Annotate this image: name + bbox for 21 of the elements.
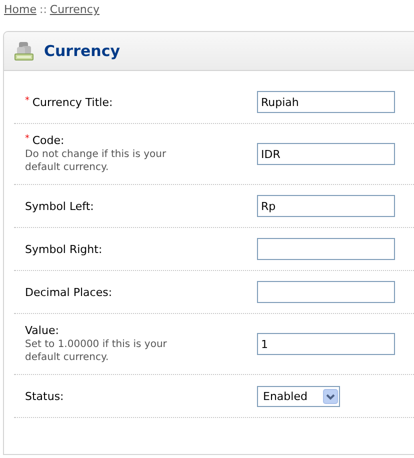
status-dropdown[interactable]: Enabled [257,386,340,406]
breadcrumb-link[interactable]: Home [4,3,36,16]
input-field[interactable] [257,238,395,260]
input-field[interactable] [257,281,395,303]
field-label: Status: [25,390,64,402]
field-label: Symbol Right: [25,242,102,256]
input-field[interactable]: IDR [257,143,395,165]
field-label: * Code: [25,134,64,147]
input-field[interactable]: 1 [257,333,395,355]
help-text: Set to 1.00000 if this is your default currency. [25,338,168,364]
field-label: Value: [25,324,59,337]
field-label: Decimal Places: [25,286,112,298]
help-text: Do not change if this is your default currency. [25,148,168,174]
breadcrumb-link[interactable]: Currency [50,3,100,16]
cash-register-icon [14,41,34,61]
field-label: * Currency Title: [25,96,113,108]
panel-title: Currency [44,42,120,60]
field-label: Symbol Left: [25,200,94,212]
breadcrumb-separator: :: [39,3,47,16]
input-field[interactable]: Rupiah [257,91,395,113]
input-field[interactable]: Rp [257,195,395,217]
